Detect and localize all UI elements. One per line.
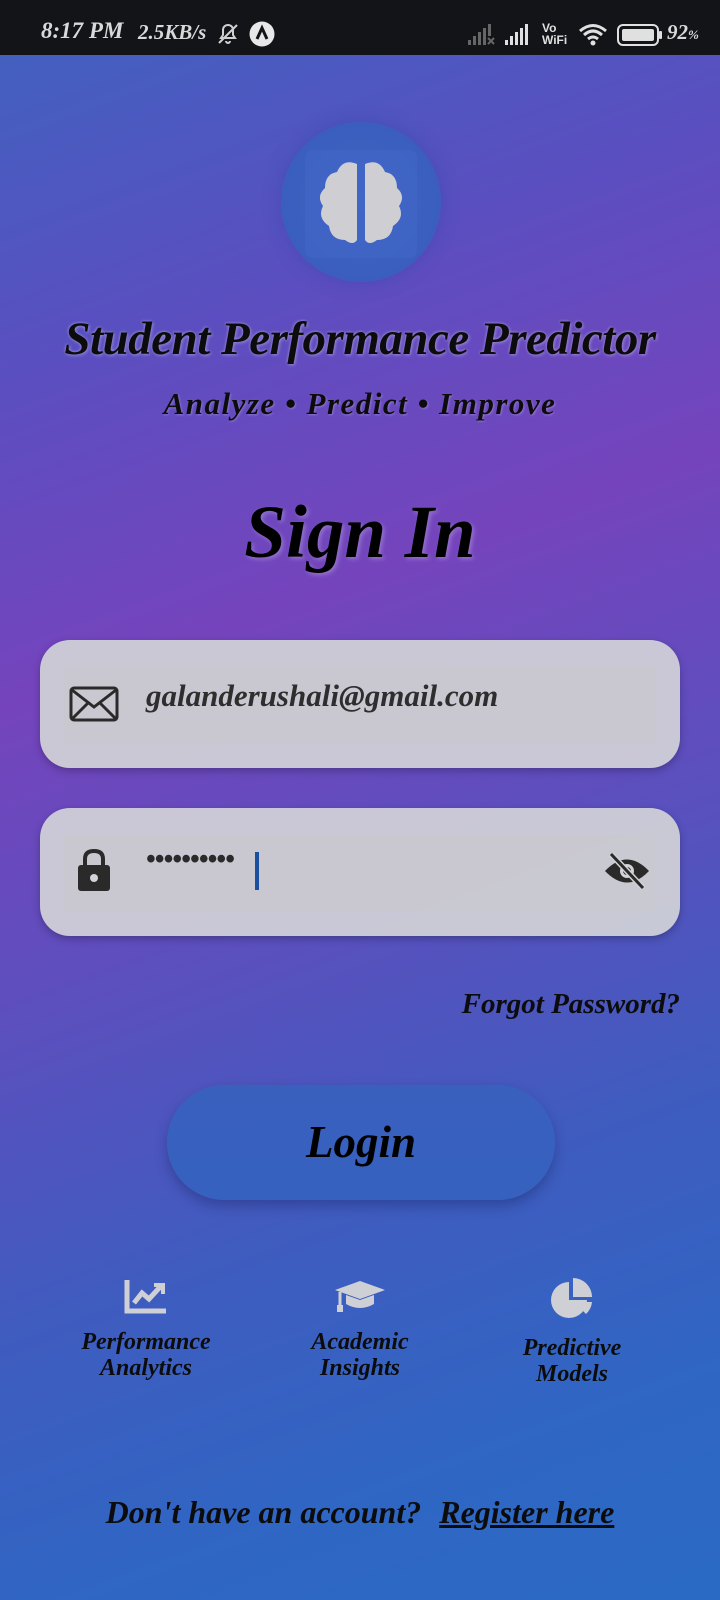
feature-label: Predictive Models xyxy=(522,1335,622,1387)
network-speed: 2.5KB/s xyxy=(138,20,207,44)
pie-chart-icon xyxy=(550,1278,594,1325)
feature-label: Performance Analytics xyxy=(81,1329,211,1381)
status-time: 8:17 PM xyxy=(41,18,124,43)
email-value[interactable]: galanderushali@gmail.com xyxy=(146,678,498,714)
eye-off-icon[interactable] xyxy=(603,851,651,895)
register-link[interactable]: Register here xyxy=(439,1494,614,1530)
line-chart-icon xyxy=(124,1278,168,1319)
app-tagline: Analyze • Predict • Improve xyxy=(163,386,557,421)
brain-icon xyxy=(313,158,409,253)
sign-in-heading: Sign In xyxy=(244,491,476,574)
login-button[interactable]: Login xyxy=(167,1085,555,1200)
battery-percent: 92% xyxy=(667,20,699,44)
mail-icon xyxy=(69,686,119,727)
app-title: Student Performance Predictor xyxy=(64,313,656,365)
forgot-password-link[interactable]: Forgot Password? xyxy=(462,988,680,1021)
signal-sim2-icon xyxy=(505,24,535,51)
status-bar: 8:17 PM 2.5KB/s Vo WiFi 92% xyxy=(0,0,720,55)
graduation-cap-icon xyxy=(333,1278,387,1319)
feature-label: Academic Insights xyxy=(311,1329,409,1381)
battery-icon xyxy=(617,24,663,51)
password-value[interactable]: •••••••••• xyxy=(146,844,235,876)
feature-predictive-models: Predictive Models xyxy=(472,1278,672,1387)
login-button-label: Login xyxy=(305,1117,417,1167)
app-notification-icon xyxy=(249,21,275,52)
feature-performance-analytics: Performance Analytics xyxy=(46,1278,246,1381)
signal-sim1-icon xyxy=(468,24,498,51)
vowifi-icon: Vo WiFi xyxy=(542,21,568,47)
register-prompt: Don't have an account? xyxy=(105,1494,422,1530)
lock-icon xyxy=(77,848,111,897)
feature-academic-insights: Academic Insights xyxy=(260,1278,460,1381)
wifi-icon xyxy=(578,23,608,52)
register-row: Don't have an account? Register here xyxy=(0,1494,720,1531)
email-field[interactable]: galanderushali@gmail.com xyxy=(40,640,680,768)
bell-off-icon xyxy=(216,22,240,51)
text-caret xyxy=(255,852,259,890)
password-field[interactable]: •••••••••• xyxy=(40,808,680,936)
